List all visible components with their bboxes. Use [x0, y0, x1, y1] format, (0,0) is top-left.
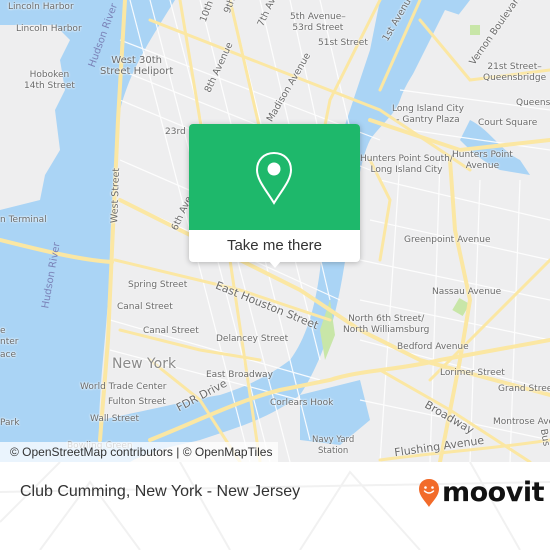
map-label-court-square: Court Square	[478, 118, 538, 128]
map-label-new-york: New York	[112, 356, 177, 372]
map-label-5th-ave-53rd: 5th Avenue– 53rd Street	[290, 12, 346, 33]
map-label-queensbridge: 21st Street– Queensbridge	[483, 62, 547, 83]
map-label-fulton-street: Fulton Street	[108, 397, 166, 407]
map-label-lincoln-harbor: Lincoln Harbor	[16, 24, 82, 34]
map-label-bedford-ave: Bedford Avenue	[397, 342, 469, 352]
map-label-west-30th-heliport: West 30th Street Heliport	[100, 55, 174, 77]
map-label-montrose-ave: Montrose Ave	[493, 417, 550, 427]
moovit-pin-icon	[418, 478, 440, 508]
map-label-canal-street: Canal Street	[143, 326, 199, 336]
moovit-logo[interactable]: moovit	[418, 476, 545, 510]
map-label-navy-yard: Navy Yard Station	[312, 435, 355, 456]
park	[470, 25, 480, 35]
map-label-wall-street: Wall Street	[90, 414, 140, 424]
moovit-wordmark: moovit	[442, 477, 545, 508]
map-view[interactable]: Lincoln Harbor Lincoln Harbor Hoboken 14…	[0, 0, 550, 462]
map-label-hoboken: Hoboken 14th Street	[24, 70, 75, 91]
map-label-north-6th: North 6th Street/ North Williamsburg	[343, 314, 430, 335]
popup-header[interactable]	[189, 124, 360, 230]
map-label-lorimer-street: Lorimer Street	[440, 368, 505, 378]
map-card: Lincoln Harbor Lincoln Harbor Hoboken 14…	[0, 0, 550, 550]
map-attribution[interactable]: © OpenStreetMap contributors | © OpenMap…	[0, 442, 279, 462]
map-label-west-street: West Street	[109, 167, 123, 224]
map-label-world-trade-center: World Trade Center	[80, 382, 167, 392]
map-label-bus: Bus	[537, 427, 550, 448]
map-label-grand-street: Grand Street	[498, 384, 550, 394]
popup-pointer	[268, 260, 282, 268]
map-label-lincoln-harbor: Lincoln Harbor	[8, 2, 74, 12]
map-label-spring-street: Spring Street	[128, 280, 188, 290]
map-label-gantry-plaza: Long Island City - Gantry Plaza	[392, 104, 464, 125]
map-label-51st-street: 51st Street	[318, 38, 368, 48]
map-label-nassau-ave: Nassau Avenue	[432, 287, 502, 297]
map-label-terminal: n Terminal	[0, 215, 47, 225]
map-label-corlears-hook: Corlears Hook	[270, 398, 334, 408]
take-me-there-button[interactable]: Take me there	[189, 230, 360, 262]
location-title: Club Cumming, New York - New Jersey	[20, 483, 301, 500]
map-label-canal-street: Canal Street	[117, 302, 173, 312]
footer: Club Cumming, New York - New Jersey moov…	[0, 462, 550, 550]
map-label-center: e nter	[0, 326, 19, 347]
map-label-hunters-point-south: Hunters Point South/ Long Island City	[360, 154, 453, 175]
map-label-greenpoint-ave: Greenpoint Avenue	[404, 235, 491, 245]
map-label-delancey-street: Delancey Street	[216, 334, 289, 344]
location-pin-icon	[255, 151, 293, 205]
destination-popup[interactable]: Take me there	[189, 124, 360, 268]
map-label-queens: Queens	[516, 98, 550, 108]
map-label-ace: ace	[0, 350, 17, 360]
map-label-hunters-point-ave: Hunters Point Avenue	[452, 150, 513, 171]
map-label-park: Park	[0, 418, 20, 428]
